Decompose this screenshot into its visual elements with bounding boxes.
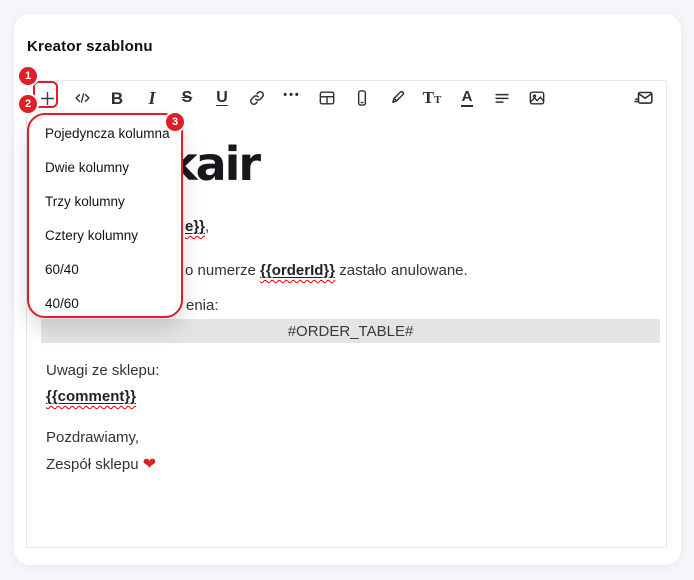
editor-toolbar: B I S U ••• TT A bbox=[27, 81, 666, 115]
text-color-icon[interactable]: A bbox=[456, 85, 478, 111]
table-icon[interactable] bbox=[316, 85, 338, 111]
dropdown-item-60-40[interactable]: 60/40 bbox=[29, 252, 181, 286]
underline-icon[interactable]: U bbox=[211, 85, 233, 111]
order-details-label: enia: bbox=[186, 297, 219, 314]
bold-icon[interactable]: B bbox=[106, 85, 128, 111]
annotation-badge-1: 1 bbox=[19, 67, 37, 85]
dropdown-item-40-60[interactable]: 40/60 bbox=[29, 286, 181, 318]
order-cancelled-line: o numerze {{orderId}} zastało anulowane. bbox=[185, 262, 468, 279]
send-test-email-icon[interactable] bbox=[633, 85, 655, 111]
add-block-dropdown: Pojedyncza kolumna Dwie kolumny Trzy kol… bbox=[27, 113, 183, 318]
dropdown-item-three-columns[interactable]: Trzy kolumny bbox=[29, 184, 181, 218]
strikethrough-icon[interactable]: S bbox=[176, 85, 198, 111]
closing-line-2: Zespół sklepu ❤ bbox=[46, 454, 156, 473]
dropdown-item-single-column[interactable]: Pojedyncza kolumna bbox=[29, 116, 181, 150]
image-icon[interactable] bbox=[526, 85, 548, 111]
code-icon[interactable] bbox=[71, 85, 93, 111]
mobile-preview-icon[interactable] bbox=[351, 85, 373, 111]
align-icon[interactable] bbox=[491, 85, 513, 111]
more-icon[interactable]: ••• bbox=[281, 85, 303, 111]
store-comments-label: Uwagi ze sklepu: bbox=[46, 362, 159, 379]
dropdown-item-two-columns[interactable]: Dwie kolumny bbox=[29, 150, 181, 184]
closing-line-1: Pozdrawiamy, bbox=[46, 429, 139, 446]
annotation-badge-3: 3 bbox=[166, 113, 184, 131]
annotation-badge-2: 2 bbox=[19, 95, 37, 113]
text-size-icon[interactable]: TT bbox=[421, 85, 443, 111]
greeting-line: e}}, bbox=[185, 218, 209, 235]
order-table-placeholder: #ORDER_TABLE# bbox=[41, 319, 660, 343]
comment-variable: {{comment}} bbox=[46, 388, 136, 405]
link-icon[interactable] bbox=[246, 85, 268, 111]
heart-icon: ❤ bbox=[143, 454, 156, 473]
dropdown-item-four-columns[interactable]: Cztery kolumny bbox=[29, 218, 181, 252]
italic-icon[interactable]: I bbox=[141, 85, 163, 111]
page-title: Kreator szablonu bbox=[27, 38, 153, 55]
brush-icon[interactable] bbox=[386, 85, 408, 111]
